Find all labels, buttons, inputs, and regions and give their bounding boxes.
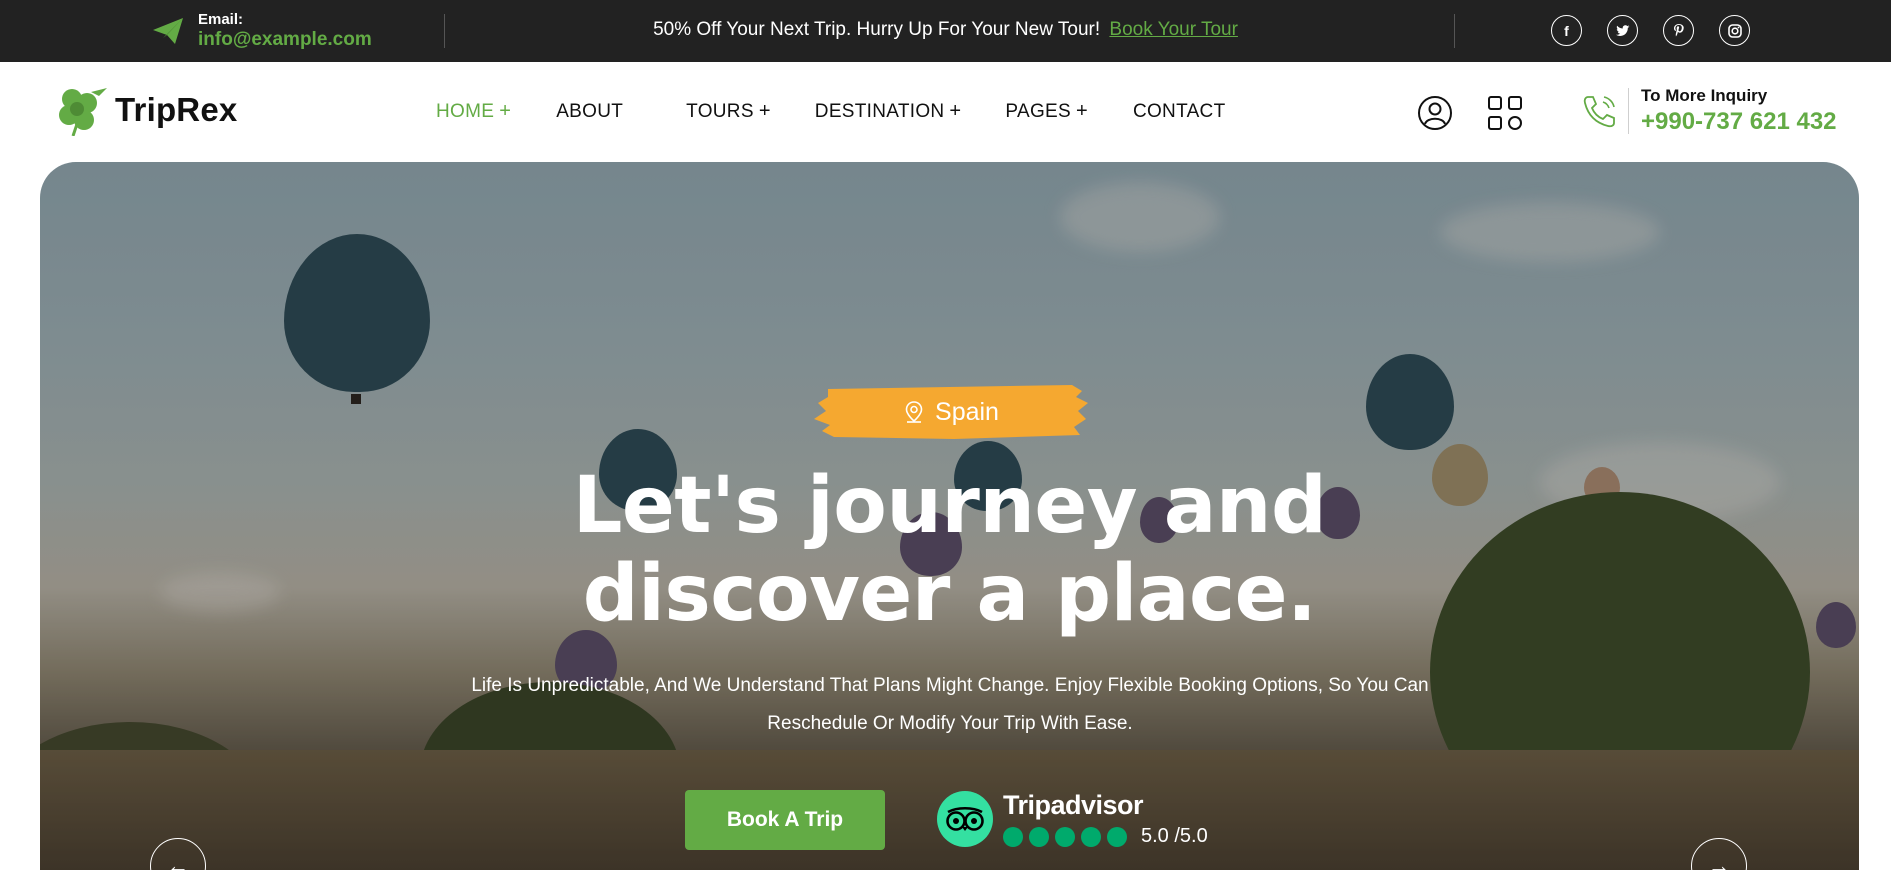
grid-menu-icon[interactable] — [1487, 95, 1523, 131]
plus-icon: + — [758, 100, 771, 122]
rating-score: 5.0 /5.0 — [1141, 825, 1208, 847]
headline-line-1: Let's journey and — [572, 461, 1327, 551]
twitter-icon[interactable] — [1607, 15, 1638, 46]
inquiry-contact[interactable]: To More Inquiry +990-737 621 432 — [1580, 86, 1837, 136]
book-a-trip-button[interactable]: Book A Trip — [685, 790, 885, 850]
plus-icon: + — [499, 100, 512, 122]
header-actions — [1417, 95, 1523, 131]
plus-icon: + — [1075, 100, 1088, 122]
description-line-1: Life Is Unpredictable, And We Understand… — [471, 675, 1429, 696]
location-tag: Spain — [814, 385, 1088, 439]
rating-dot-icon — [1107, 826, 1127, 847]
top-bar: Email: info@example.com 50% Off Your Nex… — [0, 0, 1891, 62]
main-header: TripRex HOME + ABOUT TOURS + DESTINATION… — [0, 62, 1891, 162]
nav-label: ABOUT — [556, 100, 624, 122]
rating-dot-icon — [1003, 826, 1023, 847]
promo-text: 50% Off Your Next Trip. Hurry Up For You… — [653, 19, 1101, 40]
hero-banner: Spain Let's journey and discover a place… — [40, 162, 1859, 870]
divider — [1628, 88, 1629, 134]
instagram-icon[interactable] — [1719, 15, 1750, 46]
book-your-tour-link[interactable]: Book Your Tour — [1109, 19, 1238, 40]
nav-label: HOME — [436, 100, 495, 122]
user-icon[interactable] — [1417, 95, 1453, 131]
location-label: Spain — [935, 397, 999, 426]
tripadvisor-name: Tripadvisor — [1003, 790, 1144, 820]
main-nav: HOME + ABOUT TOURS + DESTINATION + PAGES… — [436, 100, 1225, 123]
hero-description: Life Is Unpredictable, And We Understand… — [400, 667, 1500, 743]
nav-label: PAGES — [1005, 100, 1071, 122]
nav-tours[interactable]: TOURS + — [686, 100, 771, 123]
tripadvisor-rating[interactable]: Tripadvisor 5.0 /5.0 — [937, 790, 1208, 848]
rating-dot-icon — [1029, 826, 1049, 847]
clover-plane-icon — [59, 88, 107, 136]
rating-row: 5.0 /5.0 — [1003, 825, 1208, 848]
nav-pages[interactable]: PAGES + — [1005, 100, 1088, 123]
location-pin-icon — [905, 401, 923, 423]
rating-dot-icon — [1081, 826, 1101, 847]
divider — [1454, 14, 1455, 48]
inquiry-label: To More Inquiry — [1641, 86, 1768, 105]
arrow-left-icon: ← — [167, 853, 189, 870]
logo-text: TripRex — [115, 91, 238, 128]
nav-home[interactable]: HOME + — [436, 100, 511, 123]
pinterest-icon[interactable] — [1663, 15, 1694, 46]
arrow-right-icon: → — [1708, 853, 1730, 870]
social-links: f — [1551, 15, 1750, 46]
nav-label: TOURS — [686, 100, 754, 122]
hero-headline: Let's journey and discover a place. — [40, 462, 1859, 638]
rating-dot-icon — [1055, 826, 1075, 847]
nav-destination[interactable]: DESTINATION + — [815, 100, 962, 123]
site-logo[interactable]: TripRex — [55, 84, 237, 136]
inquiry-phone-number[interactable]: +990-737 621 432 — [1641, 108, 1837, 136]
nav-about[interactable]: ABOUT — [556, 100, 623, 123]
facebook-icon[interactable]: f — [1551, 15, 1582, 46]
nav-label: DESTINATION — [814, 100, 945, 122]
description-line-2: Reschedule Or Modify Your Trip With Ease… — [767, 713, 1133, 734]
nav-contact[interactable]: CONTACT — [1133, 100, 1226, 123]
nav-label: CONTACT — [1132, 100, 1226, 122]
phone-icon — [1583, 96, 1615, 128]
tripadvisor-owl-icon — [937, 791, 993, 847]
headline-line-2: discover a place. — [582, 549, 1317, 639]
plus-icon: + — [949, 100, 962, 122]
